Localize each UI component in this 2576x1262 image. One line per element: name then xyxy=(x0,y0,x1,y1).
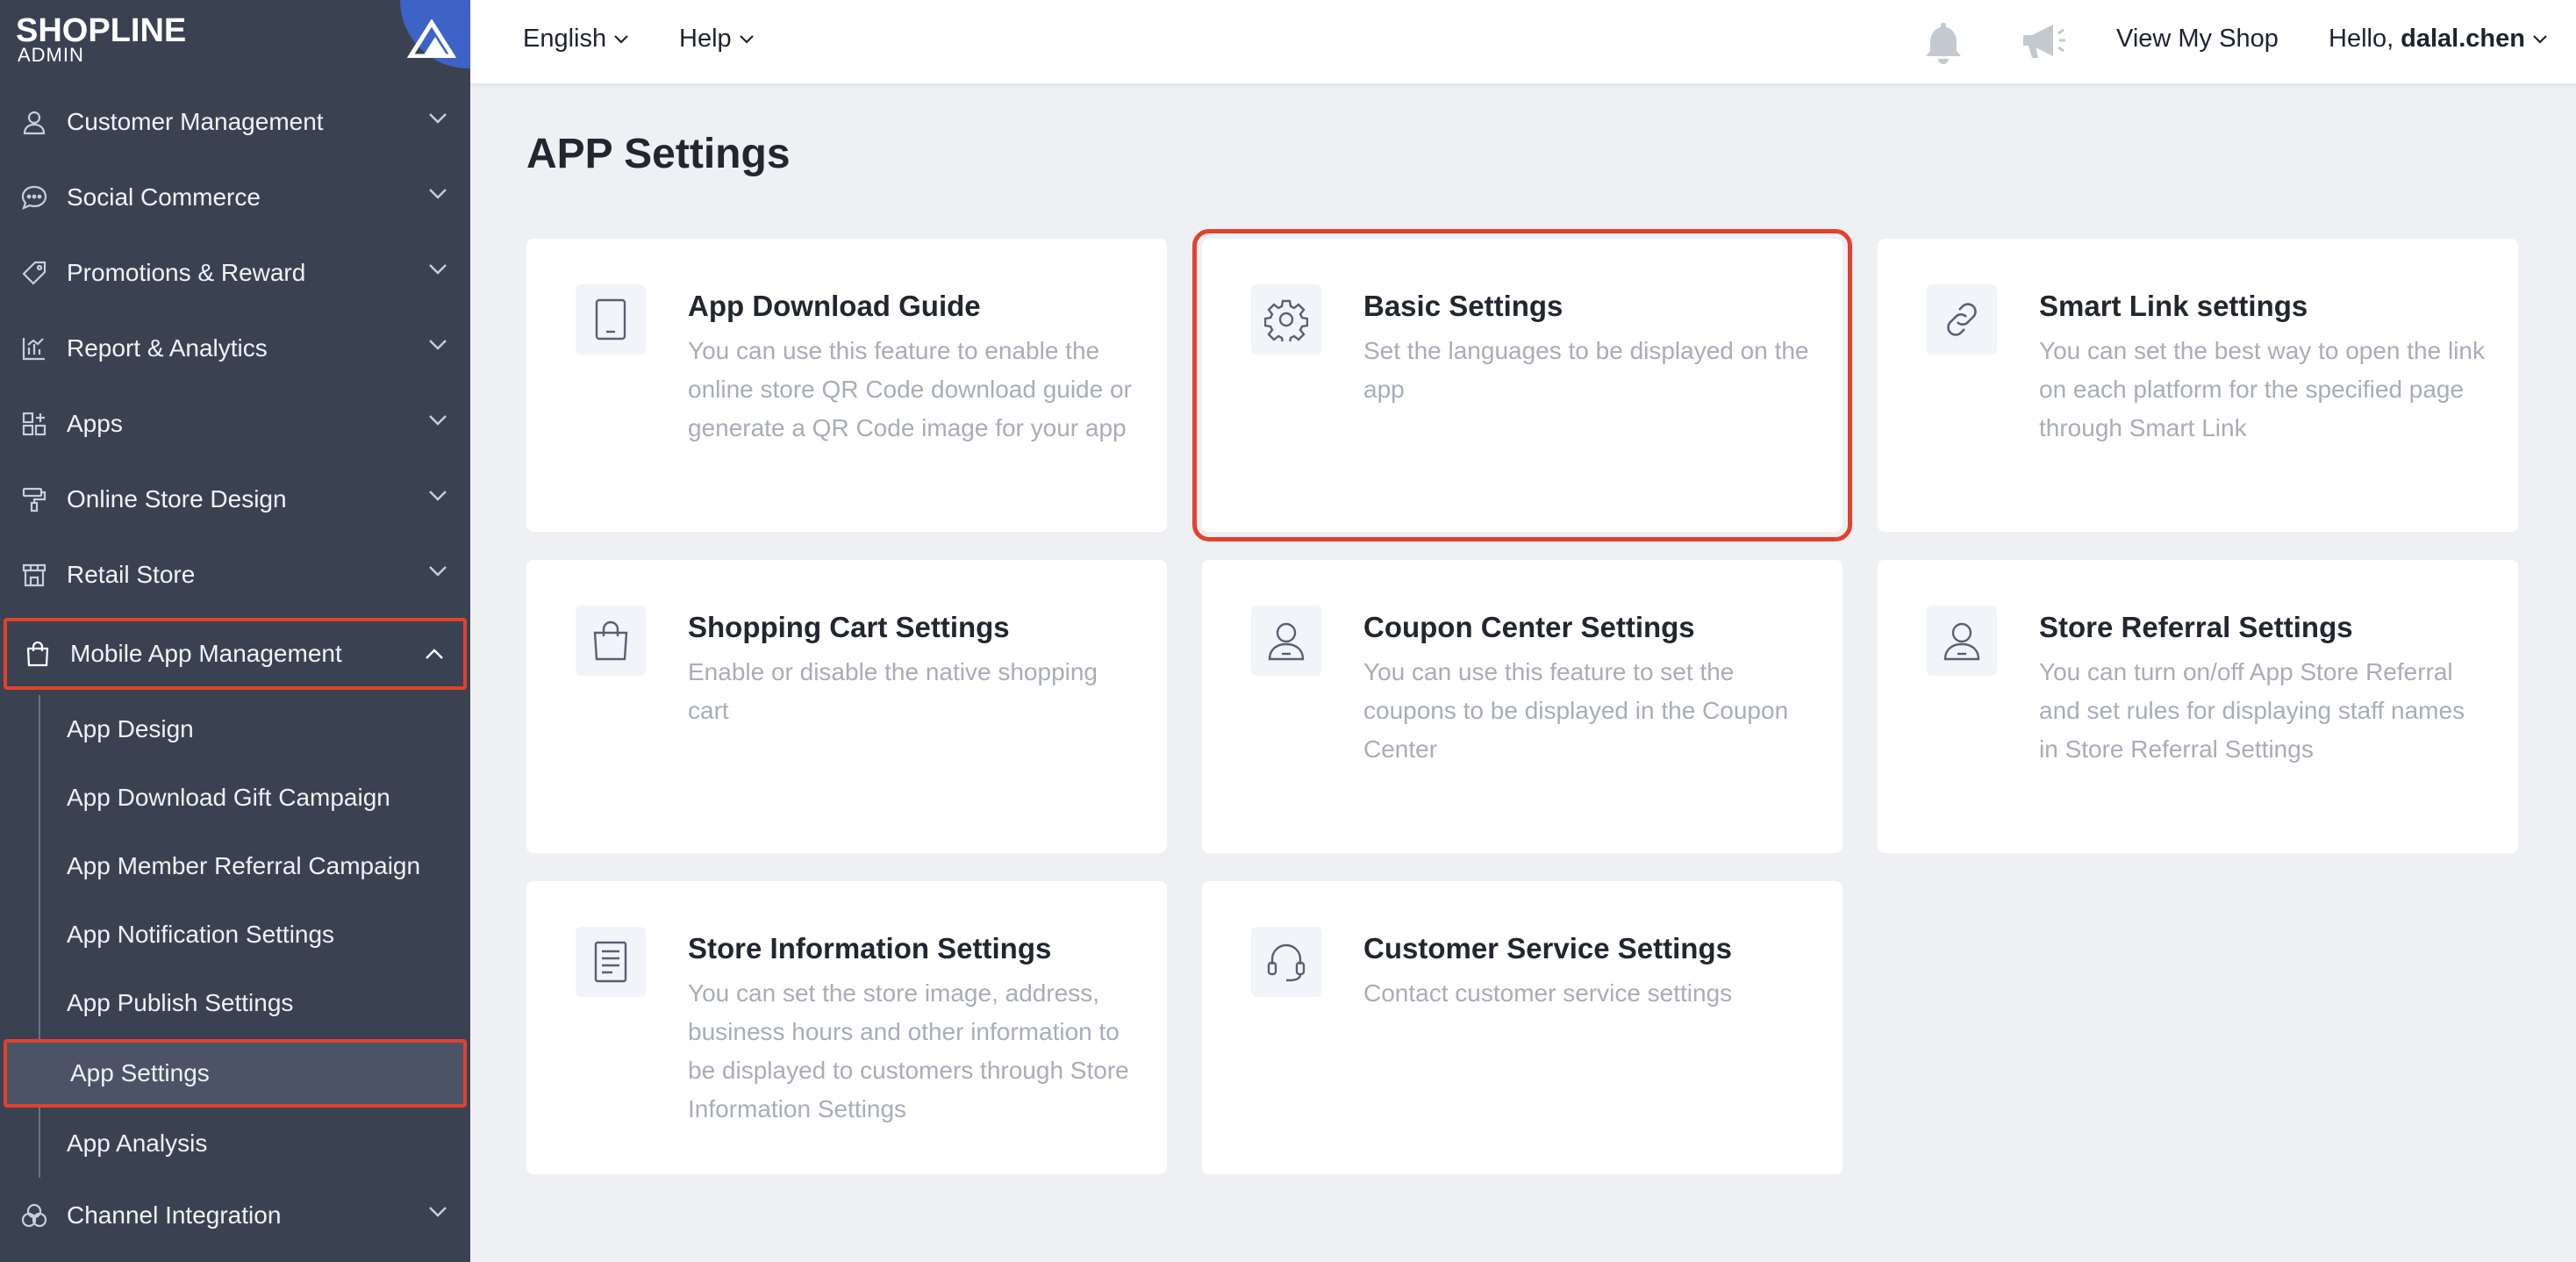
card-title: Shopping Cart Settings xyxy=(688,611,1010,643)
chevron-down-icon xyxy=(739,34,754,44)
sidebar-item-label: Customer Management xyxy=(67,108,324,135)
person-icon xyxy=(1927,606,1997,676)
chat-bubble-icon xyxy=(18,181,51,214)
chevron-down-icon xyxy=(429,1207,447,1217)
chevron-down-icon xyxy=(429,491,447,501)
view-my-shop-link[interactable]: View My Shop xyxy=(2116,25,2279,54)
language-dropdown[interactable]: English xyxy=(523,25,629,54)
tablet-icon xyxy=(576,284,646,355)
user-menu[interactable]: Hello, dalal.chen xyxy=(2329,25,2548,54)
apps-grid-icon xyxy=(18,407,51,441)
sidebar: SHOPLINE ADMIN Customer Management Socia… xyxy=(0,0,470,1262)
top-bar: English Help View My Shop Hello, dalal.c… xyxy=(470,0,2576,84)
greeting-label: Hello, xyxy=(2329,25,2394,53)
sidebar-item-channel-integration[interactable]: Channel Integration xyxy=(0,1178,470,1253)
sidebar-item-report-analytics[interactable]: Report & Analytics xyxy=(0,311,470,386)
card-shopping-cart-settings[interactable]: Shopping Cart Settings Enable or disable… xyxy=(526,560,1167,853)
username-label: dalal.chen xyxy=(2401,25,2525,53)
submenu-mobile-app-management: App Design App Download Gift Campaign Ap… xyxy=(0,695,470,1178)
sidebar-item-label: Promotions & Reward xyxy=(67,259,306,286)
card-basic-settings[interactable]: Basic Settings Set the languages to be d… xyxy=(1192,229,1852,541)
bell-icon[interactable] xyxy=(1921,19,1965,69)
store-icon xyxy=(18,558,51,592)
card-title: Smart Link settings xyxy=(2039,290,2308,322)
sidebar-item-retail-store[interactable]: Retail Store xyxy=(0,537,470,613)
card-description: You can set the store image, address, bu… xyxy=(688,979,1129,1122)
sidebar-item-promotions-reward[interactable]: Promotions & Reward xyxy=(0,235,470,311)
chevron-down-icon xyxy=(429,113,447,124)
sidebar-item-apps[interactable]: Apps xyxy=(0,386,470,462)
sidebar-item-online-store-design[interactable]: Online Store Design xyxy=(0,462,470,537)
bar-chart-icon xyxy=(18,332,51,365)
tag-icon xyxy=(18,256,51,290)
help-label: Help xyxy=(679,25,732,53)
sidebar-nav: Customer Management Social Commerce Prom… xyxy=(0,84,470,1253)
circles-icon xyxy=(18,1199,51,1232)
sidebar-item-social-commerce[interactable]: Social Commerce xyxy=(0,160,470,235)
chevron-down-icon xyxy=(429,415,447,426)
chevron-down-icon xyxy=(429,340,447,350)
submenu-item-app-notification-settings[interactable]: App Notification Settings xyxy=(0,900,470,969)
card-description: You can use this feature to enable the o… xyxy=(688,337,1132,441)
card-title: Store Information Settings xyxy=(688,932,1052,964)
submenu-item-app-analysis[interactable]: App Analysis xyxy=(0,1109,470,1178)
person-icon xyxy=(1251,606,1321,676)
submenu-item-app-design[interactable]: App Design xyxy=(0,695,470,764)
card-description: You can set the best way to open the lin… xyxy=(2039,337,2485,441)
card-coupon-center-settings[interactable]: Coupon Center Settings You can use this … xyxy=(1202,560,1843,853)
card-description: Contact customer service settings xyxy=(1363,979,1733,1007)
shopping-bag-icon xyxy=(576,606,646,676)
brand-badge xyxy=(400,0,470,68)
logo[interactable]: SHOPLINE ADMIN xyxy=(0,0,470,84)
language-label: English xyxy=(523,25,607,53)
paint-roller-icon xyxy=(18,483,51,516)
card-smart-link-settings[interactable]: Smart Link settings You can set the best… xyxy=(1878,239,2518,532)
card-description: You can turn on/off App Store Referral a… xyxy=(2039,658,2465,763)
card-title: Coupon Center Settings xyxy=(1363,611,1695,643)
submenu-item-app-publish-settings[interactable]: App Publish Settings xyxy=(0,969,470,1037)
megaphone-icon[interactable] xyxy=(2018,19,2067,69)
card-store-referral-settings[interactable]: Store Referral Settings You can turn on/… xyxy=(1878,560,2518,853)
mountain-logo-icon xyxy=(407,19,456,58)
card-title: Basic Settings xyxy=(1363,290,1563,322)
sidebar-item-customer-management[interactable]: Customer Management xyxy=(0,84,470,160)
submenu-item-app-settings[interactable]: App Settings xyxy=(4,1039,467,1108)
chevron-down-icon xyxy=(429,264,447,275)
card-description: You can use this feature to set the coup… xyxy=(1363,658,1789,763)
card-description: Set the languages to be displayed on the… xyxy=(1363,337,1809,403)
shopping-bag-icon xyxy=(21,637,54,670)
card-description: Enable or disable the native shopping ca… xyxy=(688,658,1098,724)
chevron-up-icon xyxy=(426,649,443,659)
chevron-down-icon xyxy=(2533,34,2547,44)
sidebar-item-label: Report & Analytics xyxy=(67,334,268,362)
sidebar-item-mobile-app-management[interactable]: Mobile App Management xyxy=(4,618,467,690)
sidebar-item-label: Online Store Design xyxy=(67,485,287,513)
card-store-information-settings[interactable]: Store Information Settings You can set t… xyxy=(526,881,1167,1174)
submenu-item-app-member-referral-campaign[interactable]: App Member Referral Campaign xyxy=(0,832,470,900)
card-customer-service-settings[interactable]: Customer Service Settings Contact custom… xyxy=(1202,881,1843,1174)
card-title: Customer Service Settings xyxy=(1363,932,1732,964)
card-app-download-guide[interactable]: App Download Guide You can use this feat… xyxy=(526,239,1167,532)
headset-icon xyxy=(1251,927,1321,997)
chevron-down-icon xyxy=(614,34,628,44)
page-title: APP Settings xyxy=(526,131,791,177)
help-dropdown[interactable]: Help xyxy=(679,25,755,54)
chevron-down-icon xyxy=(429,566,447,577)
chevron-down-icon xyxy=(429,189,447,199)
card-title: Store Referral Settings xyxy=(2039,611,2353,643)
sidebar-item-label: Apps xyxy=(67,410,123,437)
user-icon xyxy=(18,105,51,139)
sidebar-item-label: Mobile App Management xyxy=(70,640,342,667)
sidebar-item-label: Social Commerce xyxy=(67,183,261,211)
sidebar-item-label: Channel Integration xyxy=(67,1201,282,1229)
link-icon xyxy=(1927,284,1997,355)
sidebar-item-label: Retail Store xyxy=(67,561,196,588)
brand-sub: ADMIN xyxy=(18,44,84,66)
document-icon xyxy=(576,927,646,997)
submenu-item-app-download-gift-campaign[interactable]: App Download Gift Campaign xyxy=(0,764,470,832)
card-title: App Download Guide xyxy=(688,290,981,322)
gear-icon xyxy=(1251,284,1321,355)
